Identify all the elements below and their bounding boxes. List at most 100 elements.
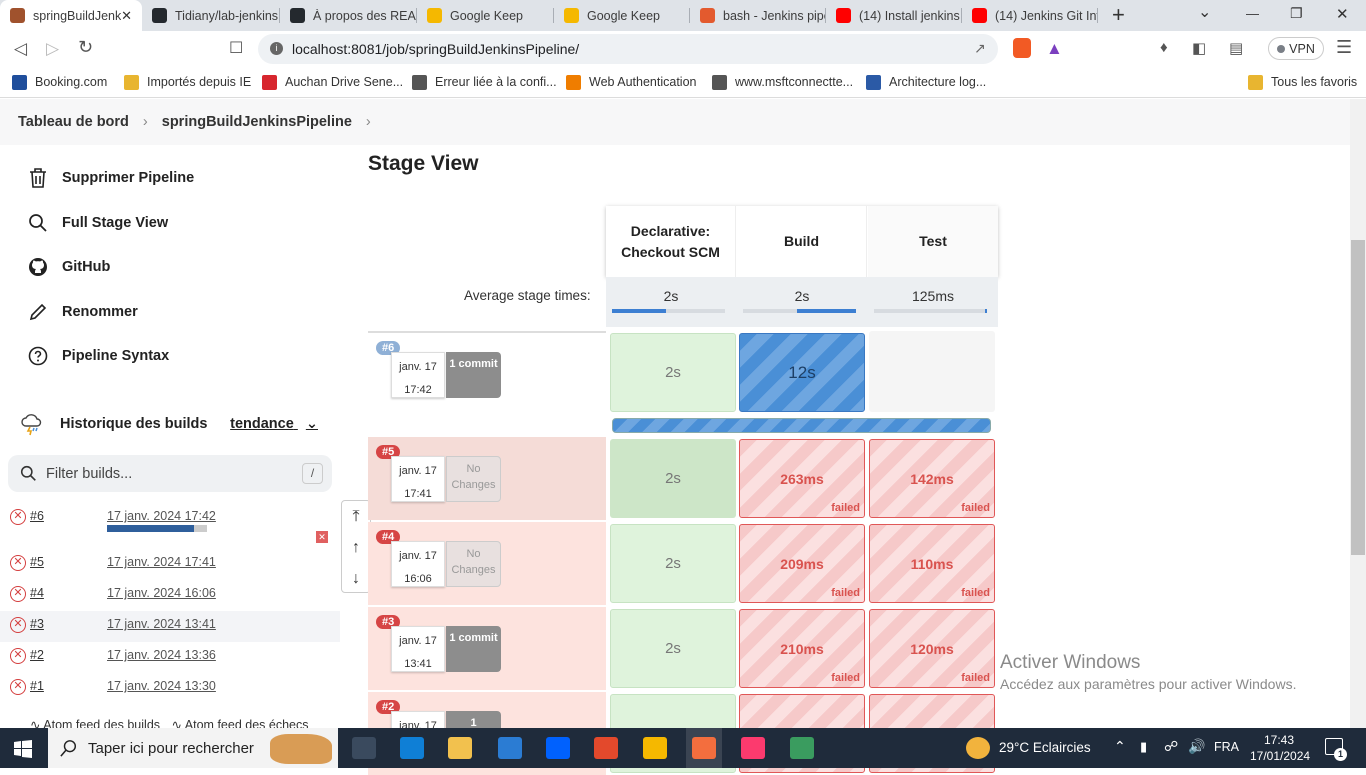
stage-cell[interactable]: 263ms failed [739, 439, 865, 518]
breadcrumb-dashboard[interactable]: Tableau de bord [18, 114, 129, 130]
build-number-link[interactable]: #5 [30, 555, 44, 569]
stage-cell[interactable]: 12s [739, 333, 865, 412]
site-info-icon[interactable]: i [270, 42, 283, 55]
build-date-link[interactable]: 17 janv. 2024 17:41 [107, 555, 216, 569]
windows-start-icon[interactable] [14, 740, 32, 758]
browser-tab[interactable]: Google Keep [417, 0, 554, 31]
clock[interactable]: 17:43 17/01/2024 [1250, 732, 1310, 764]
build-number-link[interactable]: #3 [30, 617, 44, 631]
build-row[interactable]: ✕ #1 17 janv. 2024 13:30 [0, 673, 340, 704]
wallet-icon[interactable]: ▤ [1229, 39, 1243, 57]
build-date-link[interactable]: 17 janv. 2024 16:06 [107, 586, 216, 600]
chevron-right-icon[interactable]: › [366, 114, 371, 130]
dropbox-icon[interactable] [546, 737, 570, 759]
build-date-link[interactable]: 17 janv. 2024 13:41 [107, 617, 216, 631]
extensions-icon[interactable]: ♦ [1160, 39, 1168, 56]
commit-count[interactable]: 1 commit [446, 626, 501, 672]
mail-icon[interactable] [498, 737, 522, 759]
taskbar-search[interactable]: Taper ici pour rechercher [48, 728, 338, 768]
stage-cell[interactable]: 142ms failed [869, 439, 995, 518]
commit-count[interactable]: No Changes [446, 541, 501, 587]
page-scrollbar-thumb[interactable] [1351, 240, 1365, 555]
bookmark-item[interactable]: Importés depuis IE [124, 72, 251, 92]
close-window-icon[interactable]: ✕ [1336, 5, 1349, 23]
build-row[interactable]: ✕ #5 17 janv. 2024 17:41 [0, 549, 340, 580]
stage-cell[interactable]: 120ms failed [869, 609, 995, 688]
build-number-link[interactable]: #4 [30, 586, 44, 600]
build-row[interactable]: ✕ #4 17 janv. 2024 16:06 [0, 580, 340, 611]
browser-tab[interactable]: springBuildJenkinsPipeline✕ [0, 0, 142, 31]
battery-icon[interactable]: ▮ [1140, 739, 1147, 755]
scroll-down-icon[interactable]: ↓ [342, 563, 370, 594]
filter-builds-input[interactable]: Filter builds... / [8, 455, 332, 492]
share-icon[interactable]: ↗ [974, 40, 986, 57]
build-date-link[interactable]: 17 janv. 2024 17:42 [107, 509, 216, 523]
file-explorer-icon[interactable] [448, 737, 472, 759]
browser-tab[interactable]: Google Keep [554, 0, 690, 31]
reload-icon[interactable]: ↻ [78, 37, 93, 58]
url-field[interactable]: i localhost:8081/job/springBuildJenkinsP… [258, 34, 998, 64]
commit-count[interactable]: 1 commit [446, 352, 501, 398]
stage-cell[interactable]: 2s [610, 609, 736, 688]
browser-tab[interactable]: (14) Jenkins Git Int [962, 0, 1098, 31]
sidebar-item-full-stage-view[interactable]: Full Stage View [28, 210, 168, 236]
language-indicator[interactable]: FRA [1214, 740, 1239, 754]
bookmark-item[interactable]: Erreur liée à la confi... [412, 72, 557, 92]
browser-tab[interactable]: À propos des README [280, 0, 417, 31]
sidebar-item-rename[interactable]: Renommer [28, 299, 138, 325]
sidebar-item-delete[interactable]: Supprimer Pipeline [28, 165, 194, 191]
scroll-up-icon[interactable]: ↑ [342, 532, 370, 563]
new-tab-icon[interactable]: + [1112, 2, 1125, 28]
bookmark-icon[interactable]: ☐ [229, 38, 243, 58]
keep-icon[interactable] [643, 737, 667, 759]
build-row[interactable]: ✕ #3 17 janv. 2024 13:41 [0, 611, 340, 642]
build-number-link[interactable]: #6 [30, 509, 44, 523]
weather-icon[interactable] [966, 737, 990, 759]
brave-shield-icon[interactable] [1013, 38, 1031, 58]
all-bookmarks-folder[interactable]: Tous les favoris [1248, 72, 1357, 92]
minimize-icon[interactable]: — [1246, 6, 1259, 21]
vpn-button[interactable]: VPN [1268, 37, 1324, 60]
intellij-icon[interactable] [741, 737, 765, 759]
stage-cell[interactable]: 210ms failed [739, 609, 865, 688]
cancel-build-icon[interactable]: ✕ [316, 531, 328, 543]
build-number-link[interactable]: #2 [30, 648, 44, 662]
build-row[interactable]: ✕ #6 17 janv. 2024 17:42 ✕ [0, 503, 340, 549]
bookmark-item[interactable]: Architecture log... [866, 72, 986, 92]
close-tab-icon[interactable]: ✕ [121, 8, 132, 24]
sidebar-item-pipeline-syntax[interactable]: Pipeline Syntax [28, 343, 169, 369]
bookmark-item[interactable]: Web Authentication [566, 72, 696, 92]
chevron-up-icon[interactable]: ⌃ [1114, 738, 1126, 755]
tab-search-icon[interactable]: ⌄ [1198, 2, 1211, 22]
bookmark-item[interactable]: Booking.com [12, 72, 107, 92]
git-icon[interactable] [790, 737, 814, 759]
stage-cell[interactable]: 2s [610, 439, 736, 518]
back-icon[interactable]: ◁ [14, 39, 27, 59]
build-date-link[interactable]: 17 janv. 2024 13:30 [107, 679, 216, 693]
build-number-link[interactable]: #1 [30, 679, 44, 693]
brave-rewards-icon[interactable]: ▲ [1046, 39, 1063, 59]
browser-tab[interactable]: Tidiany/lab-jenkins [142, 0, 280, 31]
sidebar-item-github[interactable]: GitHub [28, 254, 110, 280]
bookmark-item[interactable]: Auchan Drive Sene... [262, 72, 403, 92]
forward-icon[interactable]: ▷ [46, 39, 59, 59]
menu-icon[interactable]: ☰ [1336, 37, 1352, 58]
stage-cell[interactable]: 110ms failed [869, 524, 995, 603]
breadcrumb-job[interactable]: springBuildJenkinsPipeline [162, 114, 352, 130]
scroll-top-icon[interactable]: ⤒ [342, 501, 370, 532]
weather-text[interactable]: 29°C Eclaircies [999, 740, 1091, 755]
stage-cell[interactable]: 2s [610, 333, 736, 412]
task-view-icon[interactable] [352, 737, 376, 759]
network-icon[interactable]: ☍ [1164, 738, 1178, 755]
edge-icon[interactable] [400, 737, 424, 759]
trend-link[interactable]: tendance ⌄ [230, 416, 318, 432]
stage-cell[interactable]: 2s [610, 524, 736, 603]
office-icon[interactable] [594, 737, 618, 759]
browser-tab[interactable]: (14) Install jenkins [826, 0, 962, 31]
sidebar-toggle-icon[interactable]: ◧ [1192, 39, 1206, 57]
browser-tab[interactable]: bash - Jenkins pipeline [690, 0, 826, 31]
volume-icon[interactable]: 🔊 [1188, 738, 1205, 755]
build-row[interactable]: ✕ #2 17 janv. 2024 13:36 [0, 642, 340, 673]
commit-count[interactable]: No Changes [446, 456, 501, 502]
bookmark-item[interactable]: www.msftconnectte... [712, 72, 853, 92]
